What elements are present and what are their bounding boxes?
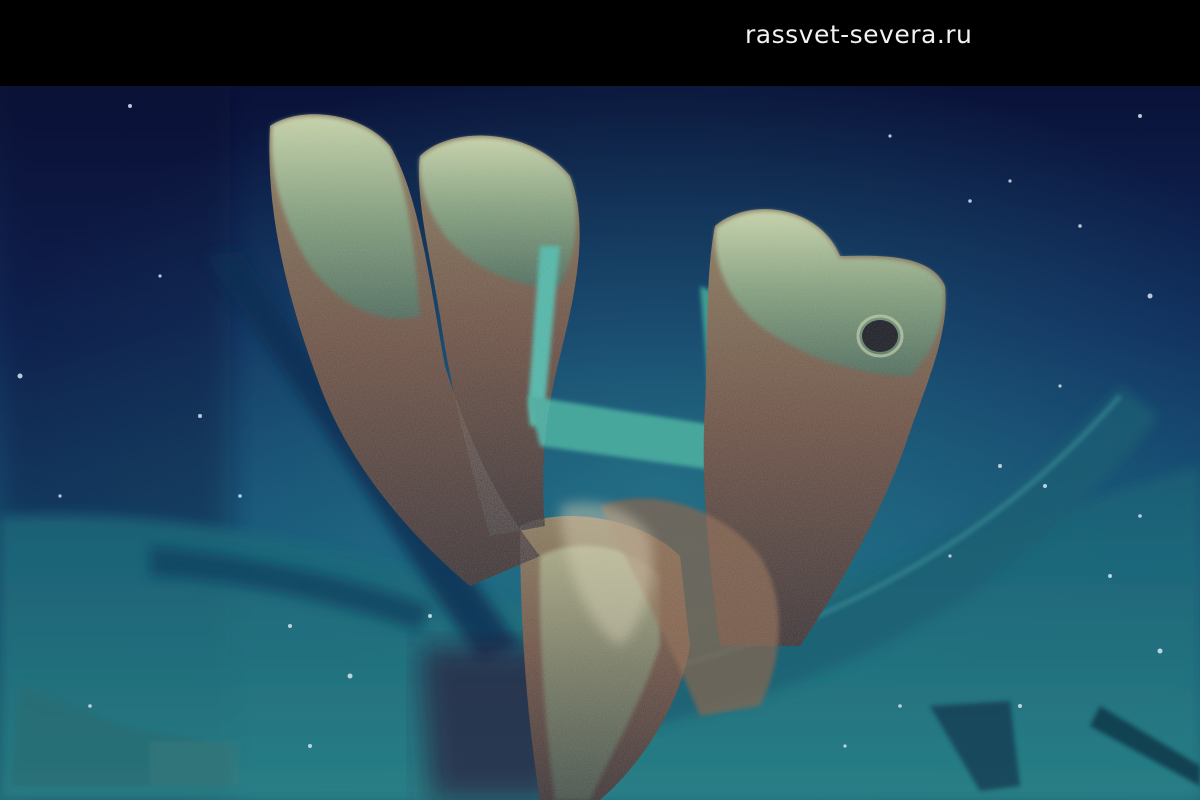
- debris-box-left: [150, 741, 240, 786]
- watermark-text: rassvet-severa.ru: [745, 20, 973, 49]
- shipwreck-illustration: [0, 86, 1200, 800]
- screenshot-frame: rassvet-severa.ru: [0, 0, 1200, 800]
- top-letterbox-bar: rassvet-severa.ru: [0, 0, 1200, 86]
- shipwreck-photo: [0, 86, 1200, 800]
